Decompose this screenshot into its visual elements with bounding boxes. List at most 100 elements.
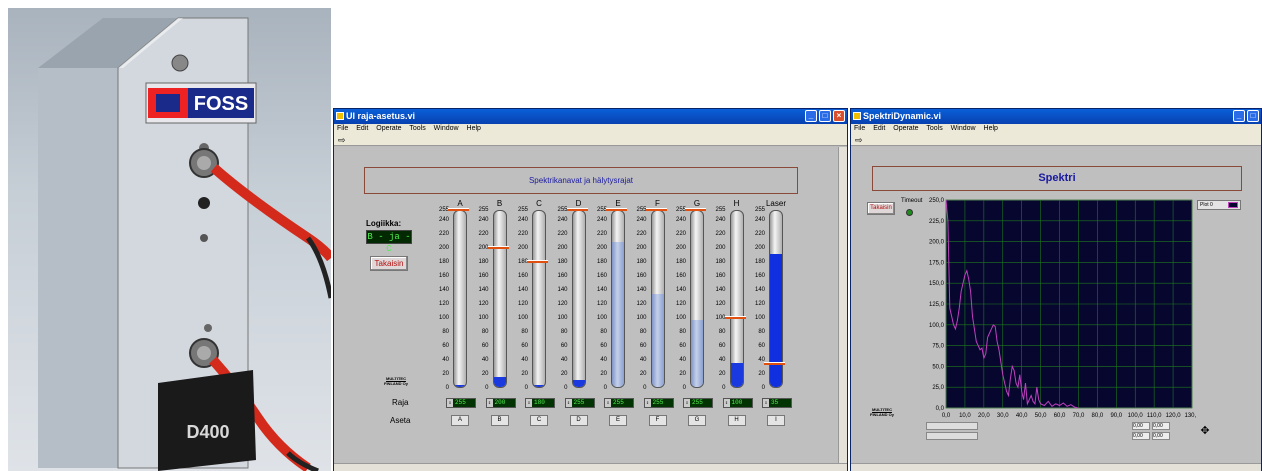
increment-arrows-icon[interactable]: ⇕ (447, 399, 453, 407)
scale-tick: 80 (639, 329, 647, 336)
limit-thumb[interactable] (527, 260, 548, 264)
scale-tick: 120 (636, 301, 647, 308)
timeout-led (906, 209, 913, 216)
raja-value: 180 (534, 399, 545, 406)
increment-arrows-icon[interactable]: ⇕ (684, 399, 690, 407)
scale-tick: 220 (596, 231, 607, 238)
increment-arrows-icon[interactable]: ⇕ (644, 399, 651, 407)
scale-tick: 200 (438, 245, 449, 252)
channel-slider[interactable] (645, 208, 667, 388)
scale-tick: 80 (521, 329, 528, 336)
raja-input[interactable]: ⇕ 255 (683, 398, 713, 408)
channel-label: G (693, 199, 701, 208)
menu-operate[interactable]: Operate (893, 125, 918, 132)
scale-tick: 20 (442, 371, 449, 378)
menu-operate[interactable]: Operate (376, 125, 401, 132)
scale-tick: 100 (517, 315, 528, 322)
aseta-button[interactable]: C (530, 415, 548, 426)
cursor-move-icon[interactable]: ✥ (1198, 424, 1212, 438)
menu-file[interactable]: File (337, 125, 348, 132)
limit-thumb[interactable] (566, 208, 588, 211)
menu-window[interactable]: Window (434, 125, 459, 132)
horizontal-scrollbar[interactable] (334, 463, 847, 471)
run-arrow-icon[interactable]: ⇨ (855, 135, 863, 146)
menu-help[interactable]: Help (984, 125, 998, 132)
scale-tick: 40 (600, 357, 607, 364)
scale-tick: 240 (636, 217, 647, 224)
channel-scale: 255 240 220 200 180 160 140 120 100 80 60 40 20 0 (510, 207, 528, 391)
channel-slider[interactable] (724, 210, 746, 388)
menu-edit[interactable]: Edit (356, 125, 368, 132)
raja-input[interactable]: ⇕ 200 (485, 398, 516, 408)
scale-tick: 80 (442, 329, 449, 336)
menu-tools[interactable]: Tools (926, 125, 942, 132)
channel-slider[interactable] (566, 208, 588, 388)
raja-input[interactable]: ⇕ 255 (643, 398, 674, 408)
limit-thumb[interactable] (606, 208, 627, 211)
scale-tick: 120 (478, 301, 489, 308)
limit-thumb[interactable] (487, 246, 509, 250)
channel-slider[interactable] (764, 210, 785, 388)
raja-input[interactable]: ⇕ 255 (446, 398, 476, 408)
minimize-button[interactable]: _ (1233, 110, 1245, 122)
raja-input[interactable]: ⇕ 180 (525, 398, 555, 408)
raja-input[interactable]: ⇕ 255 (604, 398, 634, 408)
increment-arrows-icon[interactable]: ⇕ (486, 399, 493, 407)
vertical-scrollbar[interactable] (838, 147, 847, 463)
level-fill (454, 384, 466, 387)
scale-tick: 20 (481, 371, 489, 378)
maximize-button[interactable]: □ (1247, 110, 1259, 122)
aseta-button[interactable]: E (609, 415, 627, 426)
limit-thumb[interactable] (685, 208, 706, 211)
scale-tick: 240 (517, 217, 528, 224)
run-arrow-icon[interactable]: ⇨ (338, 135, 346, 146)
aseta-button[interactable]: D (569, 415, 588, 426)
menu-window[interactable]: Window (951, 125, 976, 132)
limit-thumb[interactable] (724, 316, 746, 320)
menu-tools[interactable]: Tools (409, 125, 425, 132)
limit-thumb[interactable] (645, 208, 667, 211)
y-tick-label: 25,0 (932, 385, 944, 391)
limit-thumb[interactable] (448, 208, 469, 211)
aseta-button[interactable]: H (727, 415, 746, 426)
raja-value: 255 (652, 399, 664, 406)
menu-edit[interactable]: Edit (873, 125, 885, 132)
increment-arrows-icon[interactable]: ⇕ (526, 399, 532, 407)
x-tick-label: 130,0 (1184, 413, 1196, 419)
minimize-button[interactable]: _ (805, 110, 817, 122)
scale-tick: 255 (754, 207, 765, 213)
back-button[interactable]: Takaisin (867, 202, 895, 215)
aseta-button[interactable]: G (688, 415, 706, 426)
scale-tick: 140 (715, 287, 726, 294)
aseta-button[interactable]: F (648, 415, 667, 426)
close-button[interactable]: × (833, 110, 845, 122)
increment-arrows-icon[interactable]: ⇕ (565, 399, 572, 407)
raja-input[interactable]: ⇕ 100 (722, 398, 753, 408)
menu-help[interactable]: Help (467, 125, 481, 132)
company-logo: MULTITEC FINLAND Oy (870, 407, 894, 417)
increment-arrows-icon[interactable]: ⇕ (723, 399, 730, 407)
channel-slider[interactable] (487, 210, 509, 388)
channel-slider[interactable] (448, 208, 469, 388)
back-button[interactable]: Takaisin (370, 256, 408, 271)
maximize-button[interactable]: □ (819, 110, 831, 122)
horizontal-scrollbar[interactable] (851, 463, 1261, 471)
raja-input[interactable]: ⇕ 255 (564, 398, 595, 408)
aseta-button[interactable]: A (451, 415, 469, 426)
menu-file[interactable]: File (854, 125, 865, 132)
increment-arrows-icon[interactable]: ⇕ (763, 399, 769, 407)
scale-tick: 140 (517, 287, 528, 294)
channel-slider[interactable] (527, 210, 548, 388)
raja-value: 35 (771, 399, 779, 406)
aseta-button[interactable]: B (490, 415, 509, 426)
increment-arrows-icon[interactable]: ⇕ (605, 399, 611, 407)
channel-slider[interactable] (685, 208, 706, 388)
limit-thumb[interactable] (764, 361, 785, 365)
heading-text: Spektri (1038, 172, 1076, 184)
scale-tick: 160 (478, 273, 489, 280)
scale-tick: 60 (758, 343, 765, 350)
channel-slider[interactable] (606, 208, 627, 388)
raja-input[interactable]: ⇕ 35 (762, 398, 792, 408)
aseta-button[interactable]: I (767, 415, 785, 426)
scale-tick: 140 (438, 287, 449, 294)
